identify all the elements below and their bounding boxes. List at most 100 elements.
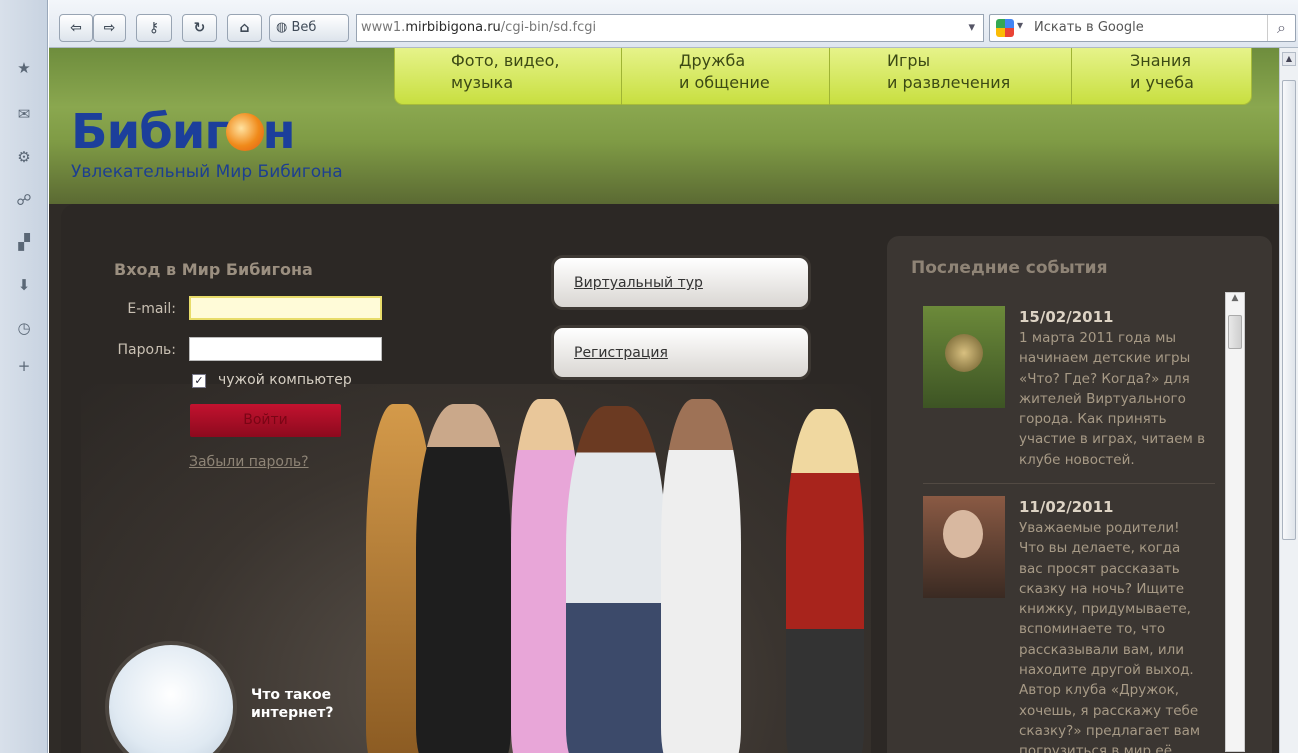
events-scrollbar[interactable]: ▲ (1225, 292, 1245, 752)
nav-label: и общение (679, 73, 770, 92)
scroll-up-icon[interactable]: ▲ (1226, 293, 1244, 303)
registration-button[interactable]: Регистрация (551, 325, 811, 380)
promo-line: интернет? (251, 705, 334, 721)
nav-learning[interactable]: Знания и учеба (1072, 48, 1252, 105)
site-info-button[interactable]: ◍ Веб (269, 14, 349, 42)
address-host: www1. (361, 20, 406, 35)
event-thumbnail-photo[interactable] (923, 496, 1005, 598)
address-domain: mirbibigona.ru (405, 20, 501, 35)
logo-sun-icon (226, 113, 265, 151)
browser-toolbar: ⇦ ⇨ ⚷ ↻ ⌂ ◍ Веб www1.mirbibigona.ru/cgi-… (49, 0, 1298, 48)
event-line: погрузиться в мир её (1019, 743, 1173, 753)
event-line: сказку на ночь? Ищите (1019, 580, 1185, 597)
site-tagline: Увлекательный Мир Бибигона (71, 162, 343, 182)
address-bar[interactable]: www1.mirbibigona.ru/cgi-bin/sd.fcgi ▾ (356, 14, 984, 42)
character-wizard (416, 404, 511, 753)
nav-label: Дружба (679, 51, 746, 70)
character-white-shirt (566, 406, 666, 753)
event-line: жителей Виртуального (1019, 390, 1186, 407)
nav-friends[interactable]: Дружба и общение (622, 48, 830, 105)
nav-media[interactable]: Фото, видео, музыка (395, 48, 622, 105)
nav-label: Игры (887, 51, 931, 70)
browser-sidebar: ★ ✉ ⚙ ☍ ▞ ⬇ ◷ + (0, 0, 48, 753)
address-path: /cgi-bin/sd.fcgi (500, 20, 597, 35)
back-button[interactable]: ⇦ (59, 14, 93, 42)
event-thumbnail-gong[interactable] (923, 306, 1005, 408)
top-navigation: Фото, видео, музыка Дружба и общение Игры и… (394, 48, 1252, 105)
nav-games[interactable]: Игры и развлечения (830, 48, 1072, 105)
nav-label: Знания (1130, 51, 1192, 70)
event-line: 1 марта 2011 года мы (1019, 330, 1177, 346)
reload-button[interactable]: ↻ (182, 14, 217, 42)
home-icon: ⌂ (239, 20, 250, 36)
mail-icon[interactable]: ✉ (14, 104, 34, 124)
password-field[interactable] (189, 337, 382, 361)
latest-events-panel: Последние события 15/02/2011 1 марта 201… (887, 236, 1272, 753)
event-divider (923, 483, 1215, 484)
page-scrollbar[interactable]: ▲ (1279, 48, 1298, 753)
event-line: рассказывали вам, или (1019, 641, 1185, 658)
web-label: Веб (291, 20, 317, 35)
nav-label: Фото, видео, (451, 51, 560, 70)
character-red-jacket (786, 409, 864, 753)
downloads-icon[interactable]: ⬇ (14, 275, 34, 295)
event-line: участие в играх, читаем в (1019, 431, 1206, 448)
nav-label: музыка (451, 73, 514, 92)
notes-icon[interactable]: ▞ (14, 232, 34, 252)
arrow-right-icon: ⇨ (103, 20, 116, 36)
foreign-computer-label: чужой компьютер (218, 372, 352, 388)
scroll-thumb[interactable] (1282, 80, 1296, 540)
bookmarks-icon[interactable]: ★ (14, 58, 34, 78)
wand-button[interactable]: ⚷ (136, 14, 172, 42)
foreign-computer-checkbox[interactable]: ✓ (192, 374, 206, 388)
search-icon[interactable]: ⌕ (1267, 15, 1295, 41)
internet-promo-text[interactable]: Что такое интернет? (251, 686, 334, 722)
arrow-left-icon: ⇦ (70, 20, 82, 36)
event-line: начинаем детские игры (1019, 350, 1191, 367)
gong-icon (945, 334, 983, 372)
login-title: Вход в Мир Бибигона (114, 260, 313, 279)
event-line: Уважаемые родители! (1019, 520, 1180, 536)
event-text: Уважаемые родители! Что вы делаете, когд… (1019, 518, 1219, 753)
web-page: Бибиг н Увлекательный Мир Бибигона Фото, … (49, 48, 1279, 753)
add-panel-icon[interactable]: + (14, 356, 34, 376)
globe-icon: ◍ (276, 20, 288, 35)
portrait-icon (943, 510, 983, 558)
event-date: 15/02/2011 (1019, 308, 1114, 326)
email-field[interactable] (189, 296, 382, 320)
chevron-down-icon[interactable]: ▾ (968, 15, 975, 41)
character-white-dress (661, 399, 741, 753)
google-icon[interactable] (996, 19, 1014, 37)
promo-line: Что такое (251, 687, 332, 703)
site-logo[interactable]: Бибиг н (71, 104, 296, 160)
search-box[interactable]: ▾ Искать в Google ⌕ (989, 14, 1296, 42)
event-line: сказку?» предлагает вам (1019, 722, 1201, 739)
home-button[interactable]: ⌂ (227, 14, 262, 42)
login-button[interactable]: Войти (190, 404, 341, 437)
widgets-icon[interactable]: ⚙ (14, 147, 34, 167)
event-text: 1 марта 2011 года мы начинаем детские иг… (1019, 328, 1219, 470)
event-line: книжку, придумываете, (1019, 601, 1191, 618)
virtual-tour-button[interactable]: Виртуальный тур (551, 255, 811, 310)
forgot-password-link[interactable]: Забыли пароль? (189, 454, 309, 470)
feeds-icon[interactable]: ☍ (14, 190, 34, 210)
event-line: хочешь, я расскажу тебе (1019, 702, 1199, 719)
event-line: клубе новостей. (1019, 451, 1135, 468)
history-icon[interactable]: ◷ (14, 318, 34, 338)
logo-text: Бибиг (71, 104, 229, 160)
nav-label: и развлечения (887, 73, 1011, 92)
forward-button[interactable]: ⇨ (93, 14, 126, 42)
event-line: Автор клуба «Дружок, (1019, 682, 1180, 699)
event-line: «Что? Где? Когда?» для (1019, 370, 1190, 387)
reload-icon: ↻ (193, 20, 206, 36)
event-line: Что вы делаете, когда (1019, 540, 1181, 557)
chevron-down-icon[interactable]: ▾ (1017, 18, 1023, 32)
search-placeholder: Искать в Google (1034, 20, 1144, 35)
scroll-up-icon[interactable]: ▲ (1282, 52, 1296, 66)
nav-label: и учеба (1130, 73, 1194, 92)
key-icon: ⚷ (148, 20, 160, 36)
event-line: вспоминаете то, что (1019, 621, 1166, 638)
scroll-thumb[interactable] (1228, 315, 1242, 349)
email-label: E-mail: (127, 301, 176, 317)
main-panel: Вход в Мир Бибигона E-mail: Пароль: ✓ чу… (61, 204, 1279, 753)
